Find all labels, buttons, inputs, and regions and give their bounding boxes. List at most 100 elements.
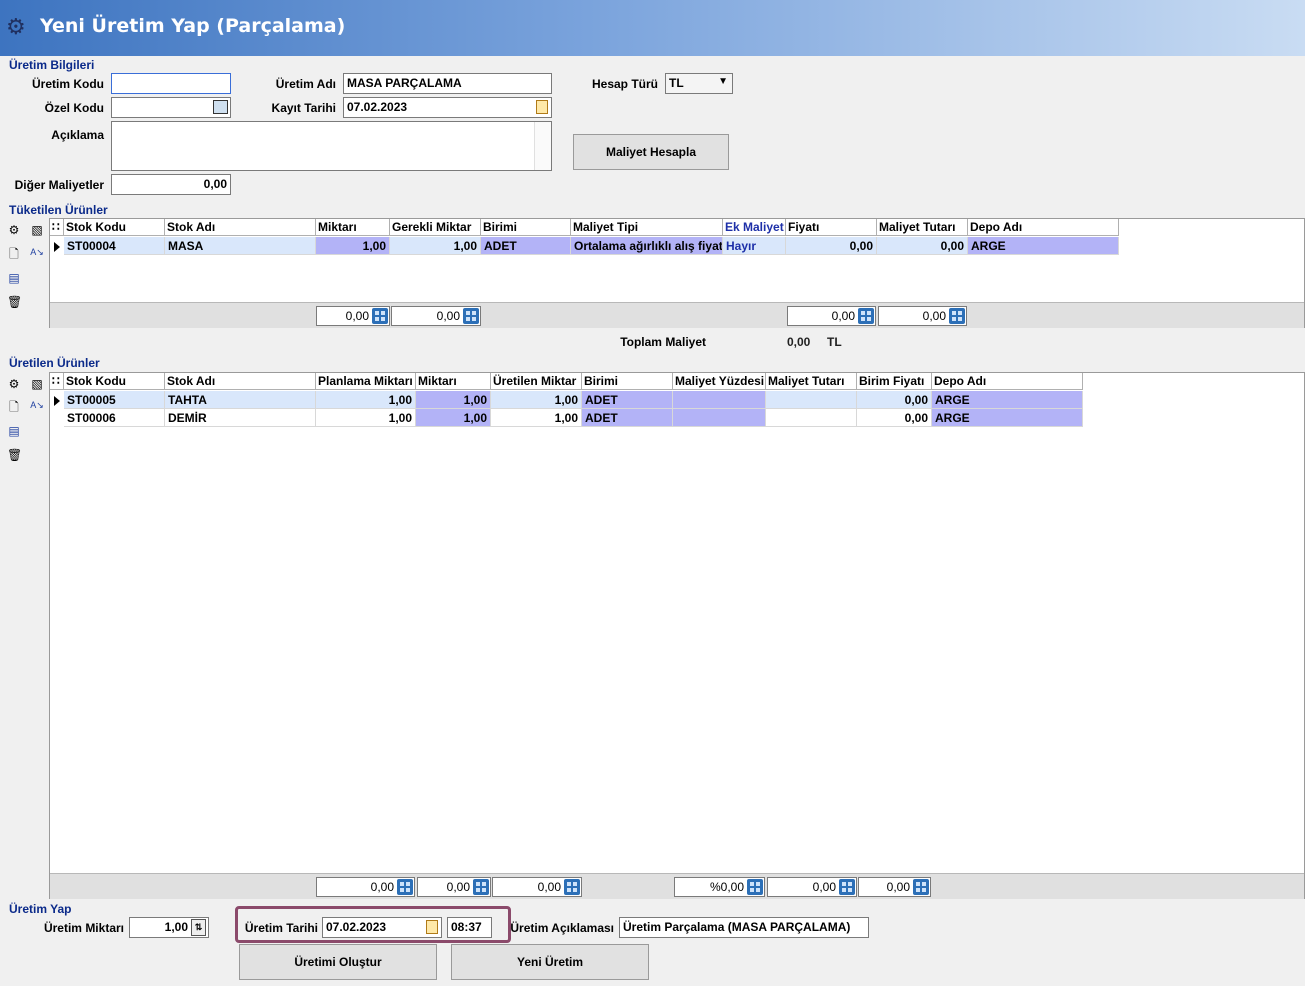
new-document-icon[interactable]: 🗋 <box>7 400 21 414</box>
calculator-icon[interactable] <box>564 879 580 895</box>
cell-maliyet-yuzdesi[interactable] <box>673 391 766 409</box>
cell-miktari[interactable]: 1,00 <box>416 391 491 409</box>
uretim-kodu-input[interactable] <box>111 73 231 94</box>
cell-uretilen-miktar[interactable]: 1,00 <box>491 409 582 427</box>
cell-stok-adi[interactable]: TAHTA <box>165 391 316 409</box>
chevron-down-icon[interactable]: ▼ <box>718 76 728 87</box>
cell-maliyet-tipi[interactable]: Ortalama ağırlıklı alış fiyatı <box>571 237 723 255</box>
delete-trash-icon[interactable]: 🗑 <box>7 295 22 309</box>
calculator-icon[interactable] <box>372 308 388 324</box>
col-depo-adi[interactable]: Depo Adı <box>932 373 1083 390</box>
sort-az-icon[interactable]: A↘ <box>30 398 44 412</box>
spinner-icon[interactable]: ⇅ <box>191 919 206 936</box>
cell-maliyet-tutari[interactable] <box>766 391 857 409</box>
cell-planlama-miktari[interactable]: 1,00 <box>316 391 416 409</box>
calculator-icon[interactable] <box>913 879 929 895</box>
cell-birimi[interactable]: ADET <box>582 409 673 427</box>
lookup-icon[interactable] <box>213 100 228 114</box>
export-icon[interactable]: ▧ <box>30 377 44 391</box>
col-maliyet-tutari[interactable]: Maliyet Tutarı <box>766 373 857 390</box>
col-miktari[interactable]: Miktarı <box>316 219 390 236</box>
cell-birim-fiyati[interactable]: 0,00 <box>857 391 932 409</box>
diger-maliyetler-input[interactable]: 0,00 <box>111 174 231 195</box>
col-stok-kodu[interactable]: Stok Kodu <box>64 219 165 236</box>
col-stok-adi[interactable]: Stok Adı <box>165 373 316 390</box>
cell-birimi[interactable]: ADET <box>481 237 571 255</box>
new-document-icon[interactable]: 🗋 <box>7 247 21 261</box>
cell-depo-adi[interactable]: ARGE <box>968 237 1119 255</box>
kayit-tarihi-input[interactable]: 07.02.2023 <box>343 97 552 118</box>
col-maliyet-tipi[interactable]: Maliyet Tipi <box>571 219 723 236</box>
cell-gerekli-miktar[interactable]: 1,00 <box>390 237 481 255</box>
footer-yuzde: %0,00 <box>674 877 765 897</box>
col-ek-maliyet[interactable]: Ek Maliyet <box>723 219 786 236</box>
cell-birimi[interactable]: ADET <box>582 391 673 409</box>
uretim-tarihi-input[interactable]: 07.02.2023 <box>322 917 442 938</box>
yeni-uretim-button[interactable]: Yeni Üretim <box>451 944 649 980</box>
calendar-icon[interactable] <box>536 100 548 114</box>
cell-planlama-miktari[interactable]: 1,00 <box>316 409 416 427</box>
col-stok-adi[interactable]: Stok Adı <box>165 219 316 236</box>
calculator-icon[interactable] <box>463 308 479 324</box>
calculator-icon[interactable] <box>747 879 763 895</box>
cell-depo-adi[interactable]: ARGE <box>932 409 1083 427</box>
uretilen-grid[interactable]: ∷ Stok Kodu Stok Adı Planlama Miktarı Mi… <box>49 372 1305 899</box>
uretim-saat-input[interactable]: 08:37 <box>447 917 492 938</box>
delete-trash-icon[interactable]: 🗑 <box>7 448 22 462</box>
sort-az-icon[interactable]: A↘ <box>30 245 44 259</box>
col-birimi[interactable]: Birimi <box>582 373 673 390</box>
scrollbar[interactable] <box>534 122 551 170</box>
edit-document-icon[interactable]: ▤ <box>7 271 21 285</box>
cell-stok-kodu[interactable]: ST00004 <box>64 237 165 255</box>
cell-stok-adi[interactable]: DEMİR <box>165 409 316 427</box>
uretim-aciklamasi-input[interactable]: Üretim Parçalama (MASA PARÇALAMA) <box>619 917 869 938</box>
calculator-icon[interactable] <box>858 308 874 324</box>
col-birim-fiyati[interactable]: Birim Fiyatı <box>857 373 932 390</box>
cell-stok-kodu[interactable]: ST00006 <box>64 409 165 427</box>
edit-document-icon[interactable]: ▤ <box>7 424 21 438</box>
calculator-icon[interactable] <box>473 879 489 895</box>
footer-value: 0,00 <box>370 880 394 894</box>
col-planlama-miktari[interactable]: Planlama Miktarı <box>316 373 416 390</box>
cell-miktari[interactable]: 1,00 <box>416 409 491 427</box>
app-gear-icon: ⚙ <box>6 14 26 39</box>
col-miktari[interactable]: Miktarı <box>416 373 491 390</box>
calendar-icon[interactable] <box>426 920 438 934</box>
col-maliyet-tutari[interactable]: Maliyet Tutarı <box>877 219 968 236</box>
hesap-turu-select[interactable]: TL ▼ <box>665 73 733 94</box>
col-stok-kodu[interactable]: Stok Kodu <box>64 373 165 390</box>
cell-fiyati[interactable]: 0,00 <box>786 237 877 255</box>
uretim-adi-input[interactable]: MASA PARÇALAMA <box>343 73 552 94</box>
cell-maliyet-tutari[interactable]: 0,00 <box>877 237 968 255</box>
cell-birim-fiyati[interactable]: 0,00 <box>857 409 932 427</box>
ozel-kodu-input[interactable] <box>111 97 231 118</box>
cell-maliyet-tutari[interactable] <box>766 409 857 427</box>
cell-maliyet-yuzdesi[interactable] <box>673 409 766 427</box>
cell-stok-adi[interactable]: MASA <box>165 237 316 255</box>
col-maliyet-yuzdesi[interactable]: Maliyet Yüzdesi <box>673 373 766 390</box>
calculator-icon[interactable] <box>949 308 965 324</box>
calculator-icon[interactable] <box>839 879 855 895</box>
grid-corner[interactable]: ∷ <box>50 219 64 236</box>
col-depo-adi[interactable]: Depo Adı <box>968 219 1119 236</box>
row-indicator-icon <box>54 242 60 252</box>
cell-ek-maliyet[interactable]: Hayır <box>723 237 786 255</box>
cell-depo-adi[interactable]: ARGE <box>932 391 1083 409</box>
settings-gear-icon[interactable]: ⚙ <box>7 223 21 237</box>
col-fiyati[interactable]: Fiyatı <box>786 219 877 236</box>
maliyet-hesapla-button[interactable]: Maliyet Hesapla <box>573 134 729 170</box>
col-uretilen-miktar[interactable]: Üretilen Miktar <box>491 373 582 390</box>
cell-uretilen-miktar[interactable]: 1,00 <box>491 391 582 409</box>
aciklama-textarea[interactable] <box>111 121 552 171</box>
cell-miktari[interactable]: 1,00 <box>316 237 390 255</box>
grid-corner[interactable]: ∷ <box>50 373 64 390</box>
calculator-icon[interactable] <box>397 879 413 895</box>
uretim-miktari-input[interactable]: 1,00 ⇅ <box>129 917 209 938</box>
uretimi-olustur-button[interactable]: Üretimi Oluştur <box>239 944 437 980</box>
export-icon[interactable]: ▧ <box>30 223 44 237</box>
settings-gear-icon[interactable]: ⚙ <box>7 377 21 391</box>
tuketilen-grid[interactable]: ∷ Stok Kodu Stok Adı Miktarı Gerekli Mik… <box>49 218 1305 328</box>
col-gerekli-miktar[interactable]: Gerekli Miktar <box>390 219 481 236</box>
col-birimi[interactable]: Birimi <box>481 219 571 236</box>
cell-stok-kodu[interactable]: ST00005 <box>64 391 165 409</box>
